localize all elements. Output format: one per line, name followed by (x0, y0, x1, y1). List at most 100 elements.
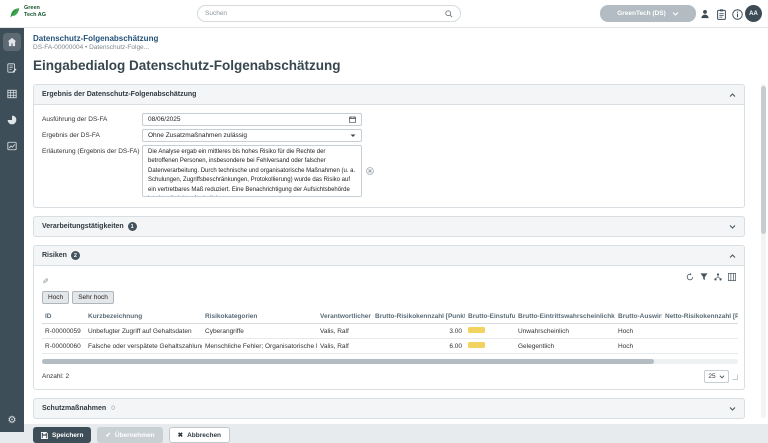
chevron-up-icon (729, 93, 736, 97)
chevron-down-icon (672, 12, 679, 16)
apply-button[interactable]: ✔ Übernehmen (97, 427, 162, 443)
field-action-icon[interactable] (366, 167, 374, 175)
breadcrumb-subtitle: DS-FA-00000004 • Datenschutz-Folge... (33, 44, 149, 51)
sidebar-item-reports[interactable] (3, 111, 21, 129)
refresh-icon[interactable] (686, 273, 694, 281)
user-icon[interactable] (699, 8, 711, 20)
page-size-select[interactable]: 25 (704, 370, 729, 383)
sidebar-item-tables[interactable] (3, 85, 21, 103)
sidebar-item-forms[interactable] (3, 59, 21, 77)
cell-kat: Cyberangriffe (202, 324, 317, 339)
sidebar-item-settings[interactable]: ⚙ (0, 415, 24, 426)
logo-text: Green Tech AG (24, 5, 46, 18)
cancel-button-label: Abbrechen (187, 432, 221, 439)
cell-kennzahl: 3.00 (372, 324, 465, 339)
hierarchy-icon[interactable] (714, 273, 722, 281)
ergebnis-select[interactable]: Ohne Zusatzmaßnahmen zulässig (142, 129, 362, 142)
vertical-scrollbar-thumb[interactable] (761, 86, 766, 234)
page-size-value: 25 (708, 373, 715, 380)
section-ergebnis-body: Ausführung der DS-FA 08/06/2025 Ergebnis… (34, 105, 744, 207)
section-risiken-title: Risiken (42, 252, 67, 259)
app-logo[interactable]: Green Tech AG (7, 4, 46, 19)
ausfuehrung-label: Ausführung der DS-FA (42, 113, 142, 126)
section-risiken-header[interactable]: Risiken 2 (34, 246, 744, 266)
org-switcher-label: GreenTech (DS) (617, 10, 666, 17)
main-content: Datenschutz-Folgenabschätzung DS-FA-0000… (24, 28, 768, 424)
cell-kurz: Unbefugter Zugriff auf Gehaltsdaten (85, 324, 202, 339)
col-brutto-kennzahl[interactable]: Brutto-Risikokennzahl [Punkte] (372, 310, 465, 324)
col-id[interactable]: ID (42, 310, 85, 324)
breadcrumb[interactable]: Datenschutz-Folgenabschätzung (33, 34, 158, 43)
select-arrow-icon (350, 134, 356, 138)
schutz-count: 0 (111, 405, 115, 412)
section-risiken: Risiken 2 ✎ (33, 245, 745, 390)
chart-image-icon (7, 141, 17, 151)
section-ergebnis-header[interactable]: Ergebnis der Datenschutz-Folgenabschätzu… (34, 85, 744, 105)
col-risikokategorien[interactable]: Risikokategorien (202, 310, 317, 324)
col-netto-kennzahl[interactable]: Netto-Risikokennzahl [P (662, 310, 738, 324)
org-switcher-button[interactable]: GreenTech (DS) (600, 5, 696, 22)
sidebar-item-home[interactable] (3, 33, 21, 51)
leaf-logo-icon (7, 4, 22, 19)
sidebar-item-analytics[interactable] (3, 137, 21, 155)
search-input[interactable] (205, 10, 445, 17)
home-icon (7, 37, 17, 47)
save-button-label: Speichern (52, 432, 83, 439)
chevron-up-icon (729, 254, 736, 258)
form-content: Ergebnis der Datenschutz-Folgenabschätzu… (33, 80, 745, 443)
check-icon: ✔ (105, 431, 110, 439)
vertical-scrollbar[interactable] (761, 84, 766, 418)
filter-chip-sehr-hoch[interactable]: Sehr hoch (72, 291, 114, 304)
ausfuehrung-date-input[interactable]: 08/06/2025 (142, 113, 362, 126)
clipboard-icon[interactable] (715, 8, 727, 20)
risk-level-badge (468, 327, 485, 333)
filter-chip-hoch[interactable]: Hoch (42, 291, 69, 304)
cell-auswirkung: Hoch (615, 339, 662, 354)
form-edit-icon (7, 63, 17, 73)
calendar-icon (349, 116, 356, 123)
edit-pencil-icon[interactable]: ✎ (42, 277, 49, 286)
close-icon: ✖ (178, 431, 183, 439)
cell-wahrsch: Unwahrscheinlich (515, 324, 615, 339)
risiken-count-badge: 2 (71, 251, 80, 260)
section-verarbeitung-header[interactable]: Verarbeitungstätigkeiten 1 (33, 216, 745, 237)
section-ergebnis: Ergebnis der Datenschutz-Folgenabschätzu… (33, 84, 745, 208)
chevron-down-icon (729, 225, 736, 229)
cell-netto (662, 324, 738, 339)
cell-auswirkung: Hoch (615, 324, 662, 339)
col-kurzbezeichnung[interactable]: Kurzbezeichnung (85, 310, 202, 324)
global-search[interactable] (197, 5, 461, 22)
avatar[interactable]: AA (745, 5, 762, 22)
top-header-bar: Green Tech AG GreenTech (DS) AA (0, 0, 768, 28)
col-brutto-einstufung[interactable]: Brutto-Einstufung (465, 310, 515, 324)
table-footer: Anzahl: 2 25 (42, 364, 738, 389)
section-verarbeitung-title: Verarbeitungstätigkeiten (42, 223, 124, 230)
cell-netto (662, 339, 738, 354)
col-brutto-auswirkung[interactable]: Brutto-Auswirkung (615, 310, 662, 324)
filter-icon[interactable] (700, 273, 708, 281)
section-schutz-header[interactable]: Schutzmaßnahmen 0 (33, 398, 745, 419)
ergebnis-select-value: Ohne Zusatzmaßnahmen zulässig (148, 132, 247, 139)
cell-id: R-00000059 (42, 324, 85, 339)
col-verantwortlicher[interactable]: Verantwortlicher (317, 310, 372, 324)
section-schutz-title: Schutzmaßnahmen (42, 405, 106, 412)
info-icon[interactable] (731, 8, 743, 20)
page-title: Eingabedialog Datenschutz-Folgenabschätz… (33, 58, 341, 73)
cell-einstufung (465, 324, 515, 339)
table-row[interactable]: R-00000060 Falsche oder verspätete Gehal… (42, 339, 738, 354)
risk-filter-chips: Hoch Sehr hoch (42, 291, 736, 304)
cell-kennzahl: 6.00 (372, 339, 465, 354)
col-brutto-wahrscheinlichkeit[interactable]: Brutto-Eintrittswahrscheinlichkeit (515, 310, 615, 324)
risk-table-header-row: ID Kurzbezeichnung Risikokategorien Vera… (42, 310, 738, 324)
sidebar-nav: ⚙ (0, 28, 24, 432)
cancel-button[interactable]: ✖ Abbrechen (169, 427, 230, 443)
verarbeitung-count-badge: 1 (128, 222, 137, 231)
resize-grip-icon[interactable] (732, 374, 738, 380)
section-risiken-body: ✎ Hoch Sehr h (34, 266, 744, 389)
erlaeuterung-textarea[interactable]: Die Analyse ergab ein mittleres bis hohe… (142, 145, 362, 197)
save-button[interactable]: Speichern (33, 427, 91, 443)
chevron-down-icon (729, 407, 736, 411)
columns-icon[interactable] (728, 273, 736, 281)
cell-kurz: Falsche oder verspätete Gehaltszahlung (85, 339, 202, 354)
table-row[interactable]: R-00000059 Unbefugter Zugriff auf Gehalt… (42, 324, 738, 339)
